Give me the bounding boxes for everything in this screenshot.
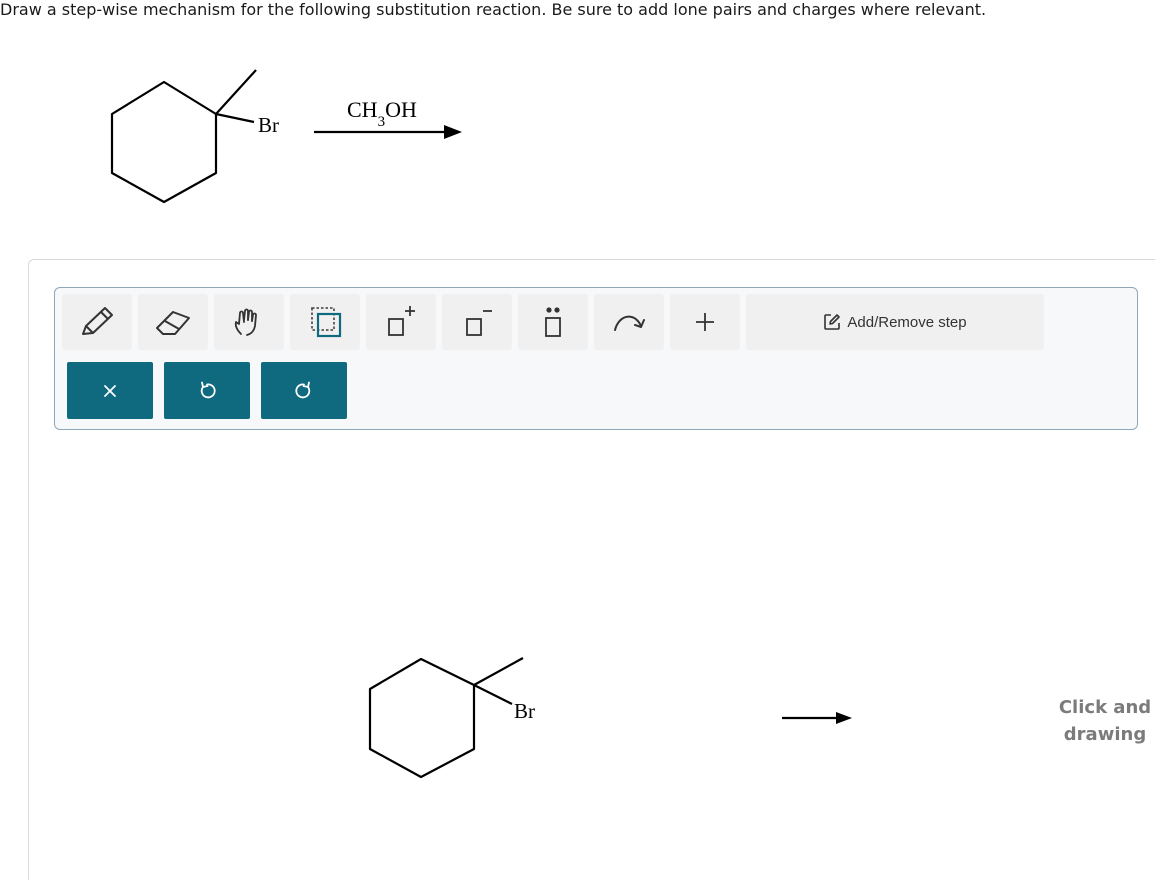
bromine-label: Br	[258, 113, 279, 137]
add-remove-step-label: Add/Remove step	[847, 313, 967, 331]
bromine-bond	[215, 112, 255, 124]
reagent-tail: OH	[385, 97, 417, 122]
positive-charge-icon	[388, 306, 415, 336]
pencil-icon	[82, 307, 113, 335]
positive-charge-tool-button[interactable]	[366, 294, 436, 350]
redo-icon	[295, 381, 311, 398]
canvas-hint: Click and drawing	[1040, 694, 1155, 748]
close-icon	[104, 384, 116, 397]
reagent-main: CH	[347, 97, 378, 122]
select-tool-button[interactable]	[290, 294, 360, 350]
hand-icon	[234, 308, 257, 336]
reagent-subscript: 3	[378, 114, 386, 130]
curved-arrow-tool-button[interactable]	[594, 294, 664, 350]
reaction-arrow	[314, 125, 462, 139]
undo-button[interactable]	[164, 362, 250, 419]
eraser-icon	[156, 311, 190, 335]
canvas-hint-line2: drawing	[1063, 724, 1147, 745]
reactant-structure	[110, 69, 257, 204]
add-remove-step-button[interactable]: Add/Remove step	[746, 294, 1044, 350]
edit-icon	[824, 314, 841, 330]
methyl-bond	[215, 69, 257, 115]
pencil-tool-button[interactable]	[62, 294, 132, 350]
canvas-methyl-bond	[473, 657, 524, 686]
add-tool-button[interactable]	[670, 294, 740, 350]
hand-tool-button[interactable]	[214, 294, 284, 350]
canvas-molecule[interactable]: Br	[350, 645, 570, 785]
curved-arrow-icon	[614, 315, 645, 331]
canvas-bromine-bond	[473, 684, 513, 705]
canvas-bromine-label: Br	[514, 699, 535, 723]
canvas-hint-line1: Click and	[1058, 697, 1152, 718]
select-box-icon	[311, 307, 342, 338]
lone-pair-icon	[545, 307, 561, 337]
negative-charge-icon	[466, 310, 492, 336]
lone-pair-tool-button[interactable]	[518, 294, 588, 350]
redo-button[interactable]	[261, 362, 347, 419]
undo-icon	[200, 381, 216, 398]
negative-charge-tool-button[interactable]	[442, 294, 512, 350]
clear-button[interactable]	[67, 362, 153, 419]
cyclohexane-ring	[110, 80, 218, 204]
reaction-scheme: Br CH3OH	[110, 69, 462, 204]
eraser-tool-button[interactable]	[138, 294, 208, 350]
reagent-label: CH3OH	[347, 97, 417, 130]
canvas-cyclohexane-ring	[368, 657, 476, 779]
canvas-reaction-arrow[interactable]	[778, 708, 858, 728]
plus-icon	[696, 313, 714, 331]
